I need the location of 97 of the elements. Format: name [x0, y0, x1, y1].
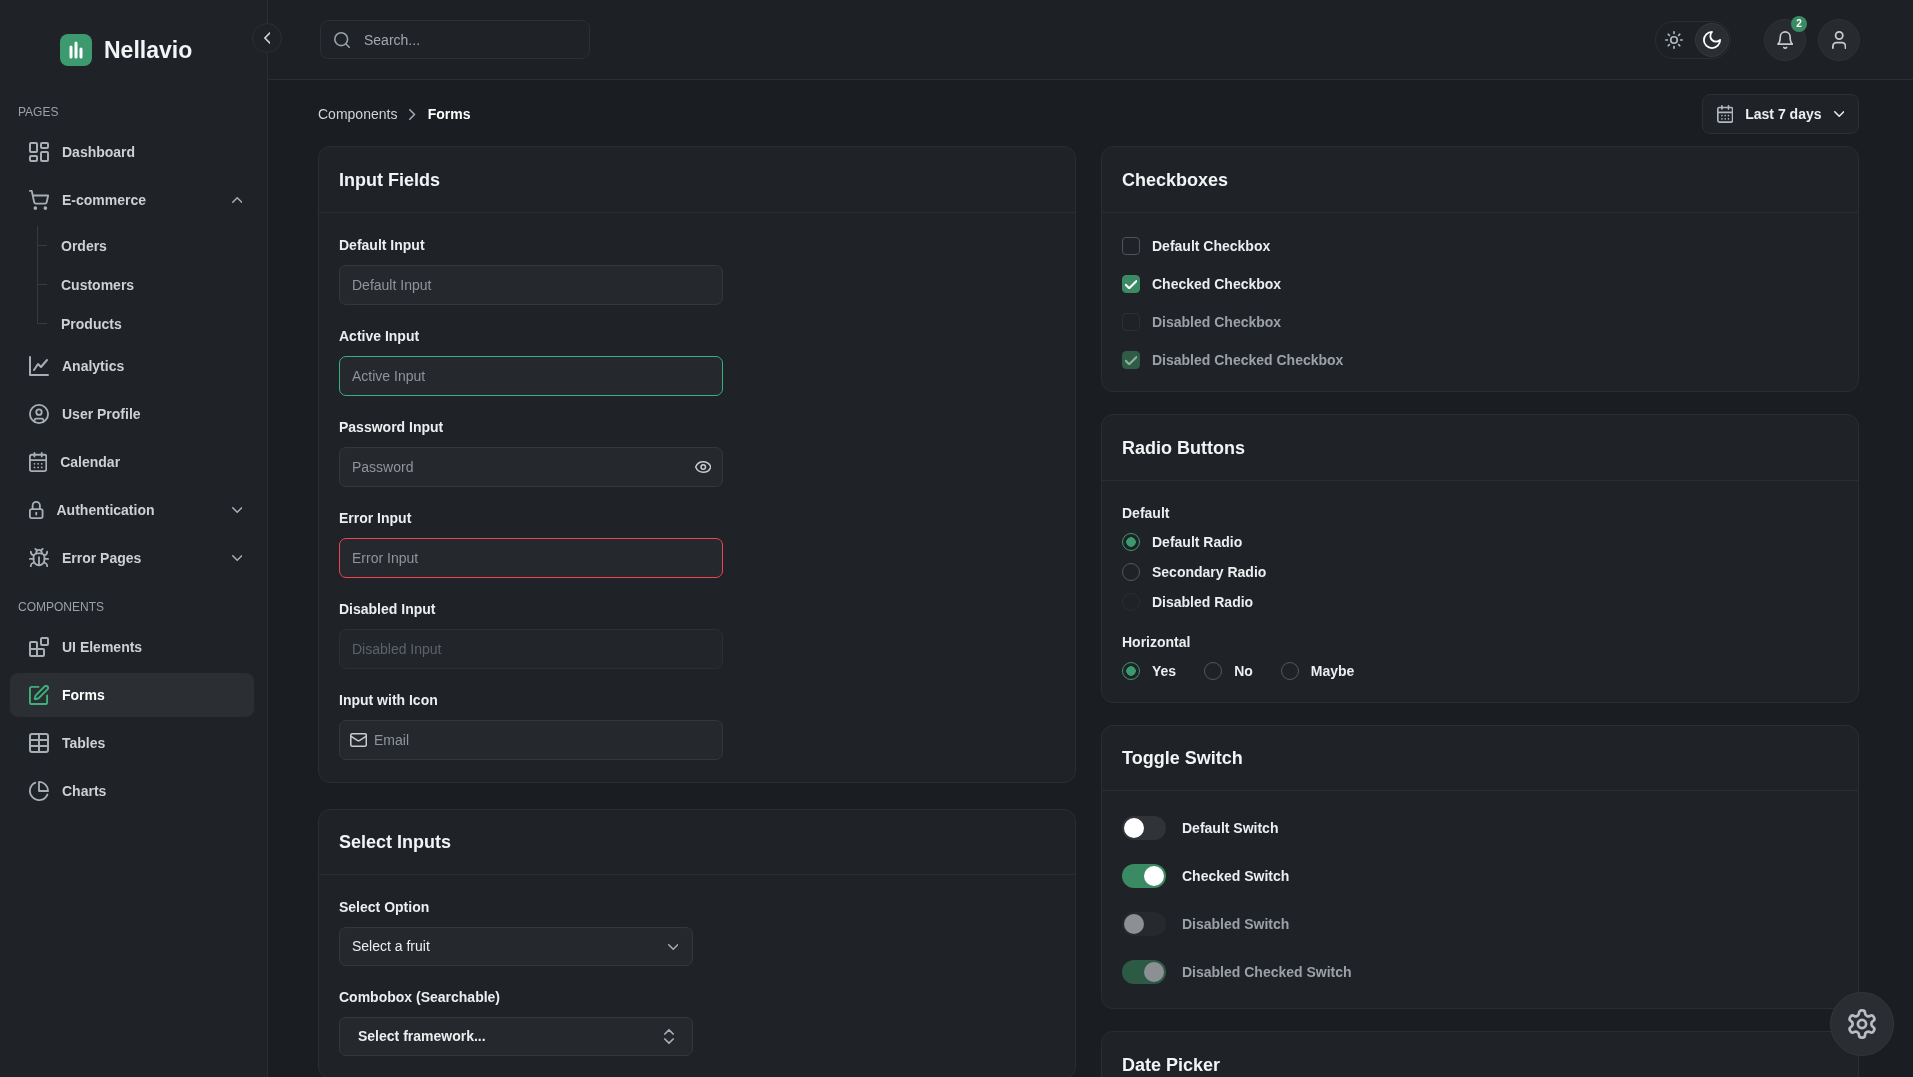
sidebar-item[interactable]: E-commerce	[10, 178, 254, 222]
chevron-down-icon	[1833, 111, 1844, 117]
field-label: Disabled Input	[339, 600, 436, 619]
radio-label: No	[1234, 661, 1253, 681]
eye-icon	[694, 461, 711, 473]
breadcrumb-current: Forms	[427, 104, 471, 124]
card-title: Checkboxes	[1122, 168, 1229, 192]
toggle-switch[interactable]	[1122, 864, 1166, 888]
check-icon	[1124, 355, 1138, 365]
sidebar-item[interactable]: Charts	[10, 769, 254, 813]
moon-icon	[1703, 30, 1721, 49]
section-heading: COMPONENTS	[18, 599, 104, 615]
password-field[interactable]: Password	[339, 447, 723, 487]
lock-icon	[29, 500, 44, 520]
layout-grid-icon	[29, 142, 49, 162]
checkbox-label: Disabled Checked Checkbox	[1152, 350, 1344, 370]
switch-label: Disabled Switch	[1182, 914, 1290, 934]
sidebar-item[interactable]: Forms	[10, 673, 254, 717]
sidebar-item[interactable]: Dashboard	[10, 130, 254, 174]
radio-label: Maybe	[1310, 661, 1355, 681]
sun-icon	[1665, 30, 1683, 49]
radio-group-label: Default	[1122, 504, 1170, 523]
radio-button[interactable]	[1122, 533, 1140, 551]
line-chart-icon	[29, 356, 49, 376]
sidebar-item[interactable]: Calendar	[10, 440, 254, 484]
blocks-icon	[29, 637, 49, 657]
radio-label: Yes	[1152, 661, 1177, 681]
field-label: Default Input	[339, 236, 425, 255]
field-label: Active Input	[339, 327, 420, 346]
calendar-icon	[29, 452, 48, 472]
cart-icon	[29, 190, 49, 210]
user-button[interactable]	[1818, 18, 1860, 61]
field-label: Password Input	[339, 418, 444, 437]
search-icon	[334, 31, 350, 48]
notification-button[interactable]: 2	[1764, 18, 1806, 61]
sidebar-subitem[interactable]: Orders	[61, 235, 107, 256]
combobox-field[interactable]: Select framework...	[339, 1017, 693, 1056]
chevron-left-icon	[263, 32, 271, 44]
check-icon	[1124, 279, 1138, 289]
settings-icon	[1847, 1009, 1877, 1039]
date-range-button[interactable]: Last 7 days	[1701, 94, 1859, 134]
pie-chart-icon	[29, 781, 49, 801]
field-label: Combobox (Searchable)	[339, 988, 501, 1007]
sidebar-subitem[interactable]: Products	[61, 313, 122, 334]
theme-button[interactable]	[1695, 22, 1729, 57]
card-title: Select Inputs	[339, 831, 452, 854]
checkbox[interactable]	[1122, 275, 1140, 293]
input-field[interactable]: Default Input	[339, 265, 723, 305]
user-icon	[1831, 30, 1847, 49]
switch-label: Checked Switch	[1182, 866, 1290, 886]
input-field[interactable]: Active Input	[339, 356, 723, 396]
section-heading: PAGES	[18, 104, 59, 120]
field-label: Input with Icon	[339, 691, 438, 710]
radio-label: Disabled Radio	[1152, 592, 1254, 612]
breadcrumb-link[interactable]: Components	[318, 103, 398, 125]
bell-icon	[1776, 30, 1794, 49]
chevron-right-icon	[409, 108, 416, 120]
sidebar-subitem[interactable]: Customers	[61, 274, 135, 295]
sidebar-item[interactable]: Tables	[10, 721, 254, 765]
radio-label: Secondary Radio	[1152, 562, 1267, 582]
checkbox-label: Disabled Checkbox	[1152, 312, 1282, 332]
input-field[interactable]: Error Input	[339, 538, 723, 578]
collapse-button[interactable]	[252, 23, 282, 53]
table-icon	[29, 733, 49, 753]
radio-group-label: Horizontal	[1122, 633, 1191, 652]
chevron-down-icon	[667, 943, 678, 950]
field-label: Select Option	[339, 898, 430, 917]
select-field[interactable]: Select a fruit	[339, 927, 693, 966]
switch-label: Default Switch	[1182, 818, 1279, 838]
sidebar-item[interactable]: Analytics	[10, 344, 254, 388]
checkbox-label: Default Checkbox	[1152, 236, 1271, 256]
notification-badge: 2	[1791, 15, 1807, 32]
user-circle-icon	[29, 404, 49, 424]
toggle-switch[interactable]	[1122, 816, 1166, 840]
chevron-up-down-icon	[664, 1029, 674, 1044]
card-title: Date Picker	[1122, 1053, 1221, 1077]
sidebar-item[interactable]: UI Elements	[10, 625, 254, 669]
sidebar-item[interactable]: Authentication	[10, 488, 254, 532]
field-label: Error Input	[339, 509, 412, 528]
checkbox-label: Checked Checkbox	[1152, 274, 1282, 294]
sidebar-item[interactable]: Error Pages	[10, 536, 254, 580]
card-title: Input Fields	[339, 168, 440, 192]
bug-icon	[29, 548, 49, 568]
calendar-icon	[1716, 105, 1734, 123]
radio-label: Default Radio	[1152, 532, 1243, 552]
radio-button[interactable]	[1122, 662, 1140, 680]
mail-icon	[350, 733, 368, 747]
switch-label: Disabled Checked Switch	[1182, 962, 1352, 982]
sidebar-item[interactable]: User Profile	[10, 392, 254, 436]
logo-icon	[60, 34, 92, 66]
pencil-square-icon	[29, 685, 49, 705]
brand-name: Nellavio	[104, 36, 193, 65]
card-title: Radio Buttons	[1122, 436, 1245, 460]
checkbox[interactable]	[1122, 237, 1140, 255]
card-title: Toggle Switch	[1122, 747, 1243, 770]
email-field[interactable]: Email	[339, 720, 723, 760]
search-field[interactable]: Search...	[320, 20, 590, 59]
